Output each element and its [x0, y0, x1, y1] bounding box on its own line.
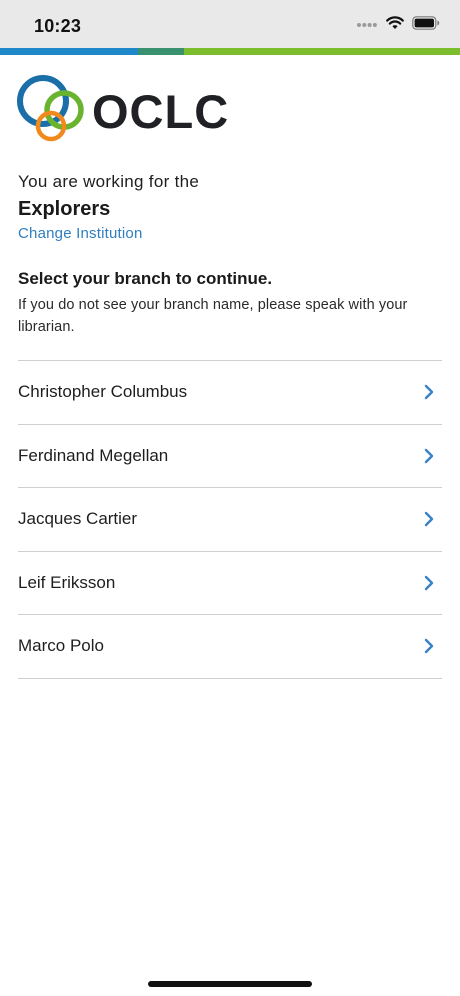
chevron-right-icon: [424, 511, 434, 527]
working-for-label: You are working for the: [18, 172, 200, 191]
oclc-rings-icon: [17, 75, 84, 142]
change-institution-link[interactable]: Change Institution: [18, 225, 143, 242]
stripe-green: [184, 48, 460, 55]
status-icons: [356, 15, 440, 35]
chevron-right-icon: [424, 448, 434, 463]
status-bar: 10:23: [0, 0, 460, 48]
branch-row-jacques-cartier[interactable]: Jacques Cartier: [18, 488, 442, 552]
wifi-icon: [386, 15, 404, 35]
registered-mark: ®: [216, 96, 222, 103]
battery-icon: [412, 15, 440, 35]
branch-row-ferdinand-megellan[interactable]: Ferdinand Megellan: [18, 425, 442, 488]
chevron-right-icon: [424, 384, 434, 400]
home-indicator[interactable]: [148, 981, 312, 987]
logo-text: OCLC: [92, 85, 230, 138]
institution-name: Explorers: [18, 198, 111, 220]
stripe-teal: [138, 48, 184, 55]
branch-heading: Select your branch to continue.: [18, 269, 273, 288]
branch-name: Leif Eriksson: [18, 572, 116, 592]
cellular-signal-icon: [356, 16, 378, 34]
branch-name: Jacques Cartier: [18, 509, 138, 528]
chevron-right-icon: [424, 575, 434, 590]
oclc-logo: OCLC ®: [16, 74, 230, 144]
stripe-blue: [0, 48, 138, 55]
status-time: 10:23: [34, 16, 82, 36]
branch-name: Marco Polo: [18, 636, 104, 655]
chevron-right-icon: [424, 638, 434, 654]
branch-row-marco-polo[interactable]: Marco Polo: [18, 615, 442, 679]
brand-stripe: [0, 48, 460, 55]
branch-row-leif-eriksson[interactable]: Leif Eriksson: [18, 552, 442, 615]
branch-name: Ferdinand Megellan: [18, 445, 169, 465]
branch-help-text: If you do not see your branch name, plea…: [18, 297, 408, 335]
branch-row-christopher-columbus[interactable]: Christopher Columbus: [18, 361, 442, 425]
branch-name: Christopher Columbus: [18, 382, 188, 401]
branch-list: Christopher Columbus Ferdinand Megellan …: [18, 360, 442, 679]
